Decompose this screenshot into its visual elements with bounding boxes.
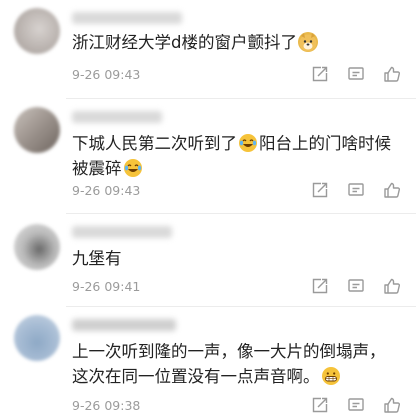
like-icon[interactable]	[383, 181, 401, 199]
comment-icon[interactable]	[347, 396, 365, 414]
comment-text-line: 被震碎	[72, 159, 122, 178]
comment-actions	[307, 65, 403, 85]
doge-emoji	[297, 32, 318, 52]
avatar[interactable]	[14, 224, 60, 270]
share-icon[interactable]	[311, 181, 329, 199]
comment-text-line: 下城人民第二次听到了	[72, 134, 237, 153]
avatar[interactable]	[14, 107, 60, 153]
share-icon[interactable]	[311, 277, 329, 295]
comment-text: 浙江财经大学d楼的窗户颤抖了	[72, 30, 402, 55]
grin-emoji	[321, 366, 341, 386]
laugh-cry-emoji	[238, 133, 258, 153]
comment-text: 上一次听到隆的一声，像一大片的倒塌声， 这次在同一位置没有一点声音啊。	[72, 339, 402, 389]
avatar[interactable]	[14, 315, 60, 361]
share-icon[interactable]	[311, 65, 329, 83]
avatar[interactable]	[14, 8, 60, 54]
comment-text: 九堡有	[72, 246, 402, 271]
laugh-cry-emoji	[123, 158, 143, 178]
comment-icon[interactable]	[347, 65, 365, 83]
timestamp: 9-26 09:43	[72, 67, 141, 82]
comment-text-line: 上一次听到隆的一声，像一大片的倒塌声，	[72, 342, 386, 361]
comment-text-line: 九堡有	[72, 249, 122, 268]
timestamp: 9-26 09:43	[72, 183, 141, 198]
comment-item: 上一次听到隆的一声，像一大片的倒塌声， 这次在同一位置没有一点声音啊。 9-26…	[0, 307, 416, 419]
share-icon[interactable]	[311, 396, 329, 414]
username[interactable]	[72, 12, 182, 24]
comment-actions	[307, 181, 403, 201]
comment-item: 九堡有 9-26 09:41	[0, 214, 416, 306]
like-icon[interactable]	[383, 396, 401, 414]
comment-text-line: 浙江财经大学d楼的窗户颤抖了	[72, 33, 297, 52]
comment-text-line: 这次在同一位置没有一点声音啊。	[72, 367, 320, 386]
username[interactable]	[72, 226, 172, 238]
like-icon[interactable]	[383, 277, 401, 295]
timestamp: 9-26 09:41	[72, 279, 141, 294]
comment-icon[interactable]	[347, 277, 365, 295]
username[interactable]	[72, 319, 176, 331]
comment-actions	[307, 396, 403, 416]
comment-icon[interactable]	[347, 181, 365, 199]
username[interactable]	[72, 111, 162, 123]
timestamp: 9-26 09:38	[72, 398, 141, 413]
like-icon[interactable]	[383, 65, 401, 83]
comment-text-line: 阳台上的门啥时候	[259, 134, 391, 153]
comment-actions	[307, 277, 403, 297]
comment-text: 下城人民第二次听到了 阳台上的门啥时候 被震碎	[72, 131, 402, 181]
comment-item: 下城人民第二次听到了 阳台上的门啥时候 被震碎 9-26 09:43	[0, 99, 416, 213]
comment-item: 浙江财经大学d楼的窗户颤抖了 9-26 09:43	[0, 0, 416, 98]
